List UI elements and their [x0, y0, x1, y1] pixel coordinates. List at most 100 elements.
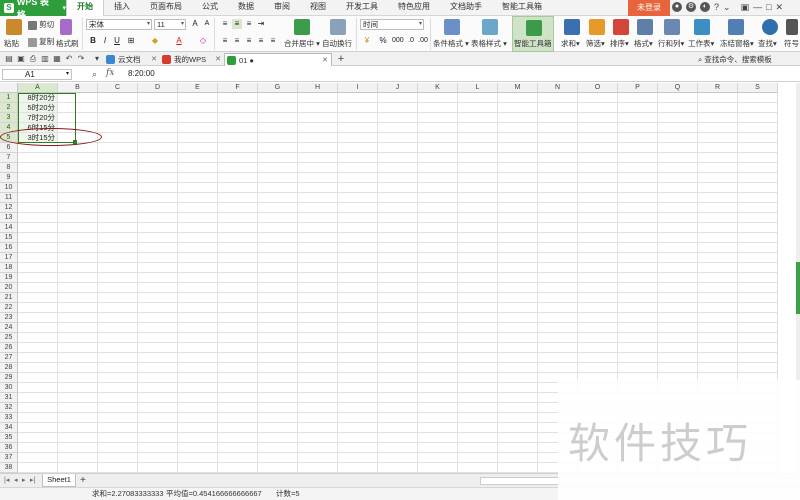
cell[interactable]: [258, 313, 298, 323]
cell[interactable]: [738, 263, 778, 273]
cell[interactable]: [298, 223, 338, 233]
cell[interactable]: [578, 363, 618, 373]
cell[interactable]: [418, 453, 458, 463]
cell[interactable]: [738, 203, 778, 213]
cell[interactable]: [578, 213, 618, 223]
cell[interactable]: [138, 463, 178, 473]
wrap-text-button[interactable]: 自动换行: [322, 38, 352, 49]
cell[interactable]: [578, 273, 618, 283]
cell[interactable]: [578, 253, 618, 263]
cell[interactable]: [458, 383, 498, 393]
cell[interactable]: [218, 403, 258, 413]
cell[interactable]: [58, 253, 98, 263]
cell[interactable]: [698, 193, 738, 203]
cell[interactable]: [98, 183, 138, 193]
cell[interactable]: [458, 373, 498, 383]
cell[interactable]: [98, 253, 138, 263]
cell[interactable]: [338, 453, 378, 463]
cell[interactable]: [178, 283, 218, 293]
format-button[interactable]: 格式▾: [634, 38, 653, 49]
cell[interactable]: [18, 373, 58, 383]
distribute-icon[interactable]: ≡: [268, 36, 278, 46]
cell[interactable]: [738, 293, 778, 303]
row-header[interactable]: 36: [0, 443, 18, 453]
cell[interactable]: [18, 353, 58, 363]
copy-button[interactable]: 复制: [28, 36, 54, 47]
cell[interactable]: [98, 423, 138, 433]
cell[interactable]: [498, 333, 538, 343]
indent-icon[interactable]: ⇥: [256, 19, 266, 29]
cell[interactable]: [418, 403, 458, 413]
cell[interactable]: [498, 313, 538, 323]
cell[interactable]: [738, 153, 778, 163]
login-button[interactable]: 未登录: [628, 0, 670, 16]
cell[interactable]: [58, 163, 98, 173]
cell[interactable]: [98, 143, 138, 153]
column-header[interactable]: C: [98, 83, 138, 93]
print-preview-icon[interactable]: ▥: [40, 54, 50, 64]
cell[interactable]: [378, 183, 418, 193]
cell[interactable]: [298, 213, 338, 223]
cell[interactable]: [378, 403, 418, 413]
cell[interactable]: [58, 263, 98, 273]
cell[interactable]: [18, 233, 58, 243]
cell[interactable]: [58, 273, 98, 283]
cell[interactable]: [498, 283, 538, 293]
cell[interactable]: [458, 413, 498, 423]
cell[interactable]: [378, 363, 418, 373]
cell[interactable]: [658, 363, 698, 373]
cell[interactable]: [258, 183, 298, 193]
cell[interactable]: [138, 133, 178, 143]
cell[interactable]: [258, 253, 298, 263]
cell[interactable]: [378, 293, 418, 303]
cell[interactable]: [618, 363, 658, 373]
cell[interactable]: [218, 463, 258, 473]
cell[interactable]: [178, 353, 218, 363]
cell[interactable]: [578, 123, 618, 133]
cell[interactable]: [618, 213, 658, 223]
column-header[interactable]: G: [258, 83, 298, 93]
cell[interactable]: [458, 423, 498, 433]
cell[interactable]: [218, 203, 258, 213]
cell[interactable]: [58, 283, 98, 293]
row-header[interactable]: 26: [0, 343, 18, 353]
cell[interactable]: [498, 263, 538, 273]
cell[interactable]: [378, 93, 418, 103]
cell[interactable]: [298, 193, 338, 203]
cell[interactable]: [218, 293, 258, 303]
zoom-icon[interactable]: ⌕: [92, 69, 97, 80]
cell[interactable]: [218, 263, 258, 273]
cell[interactable]: [578, 323, 618, 333]
cell[interactable]: [138, 93, 178, 103]
cell[interactable]: [58, 363, 98, 373]
cell[interactable]: [218, 323, 258, 333]
cell[interactable]: [98, 133, 138, 143]
cell[interactable]: [338, 353, 378, 363]
cell[interactable]: [658, 173, 698, 183]
cell[interactable]: [298, 233, 338, 243]
cell[interactable]: [58, 343, 98, 353]
column-header[interactable]: A: [18, 83, 58, 93]
merge-center-icon[interactable]: [294, 19, 310, 35]
close-icon[interactable]: ✕: [322, 54, 328, 67]
paste-icon[interactable]: [6, 19, 22, 35]
cell[interactable]: [98, 383, 138, 393]
cell[interactable]: [458, 243, 498, 253]
cell[interactable]: [138, 283, 178, 293]
cell[interactable]: [698, 333, 738, 343]
cell[interactable]: [498, 393, 538, 403]
cell[interactable]: [338, 143, 378, 153]
cell[interactable]: [418, 173, 458, 183]
cell[interactable]: [738, 103, 778, 113]
cell[interactable]: [298, 183, 338, 193]
freeze-icon[interactable]: [728, 19, 744, 35]
cell[interactable]: [218, 333, 258, 343]
cell[interactable]: [698, 343, 738, 353]
cell[interactable]: [298, 253, 338, 263]
cell[interactable]: [418, 433, 458, 443]
cell[interactable]: [18, 463, 58, 473]
cell[interactable]: [58, 443, 98, 453]
cell[interactable]: [138, 363, 178, 373]
cell[interactable]: [338, 303, 378, 313]
cell[interactable]: [618, 203, 658, 213]
